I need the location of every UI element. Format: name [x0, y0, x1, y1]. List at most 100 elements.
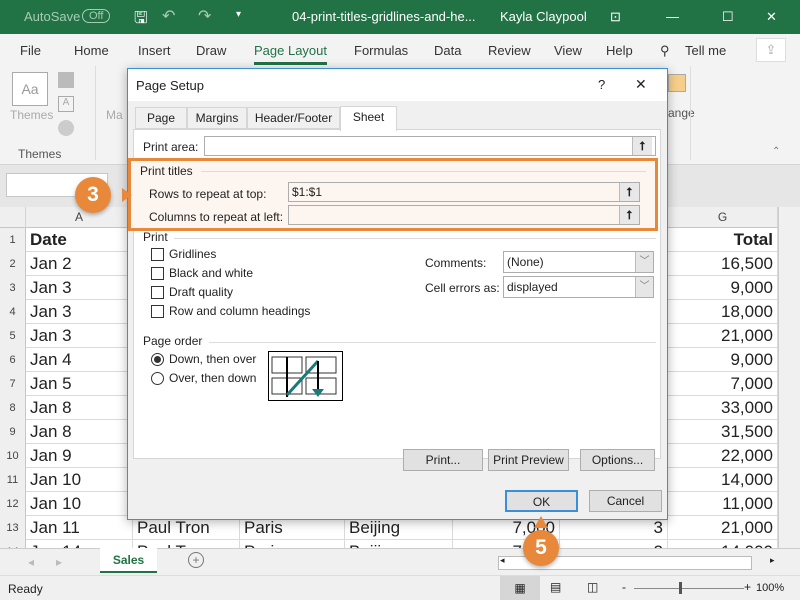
user-name[interactable]: Kayla Claypool [500, 9, 587, 24]
collapse-ribbon-icon[interactable]: ⌃ [772, 146, 780, 157]
maximize-icon[interactable]: ☐ [722, 9, 734, 25]
radio-down-then-over[interactable] [151, 353, 164, 366]
tab-view[interactable]: View [554, 43, 582, 58]
rows-to-repeat-input[interactable]: $1:$1 ⭡ [288, 182, 640, 202]
checkbox-label[interactable]: Draft quality [169, 285, 233, 299]
rows-collapse-icon[interactable]: ⭡ [619, 183, 639, 201]
cell-c[interactable]: Paris [240, 540, 345, 548]
cell-g[interactable]: 21,000 [668, 516, 778, 540]
cell-a[interactable]: Jan 2 [26, 252, 133, 276]
cell-b[interactable]: Paul Tron [133, 540, 240, 548]
cell-a[interactable]: Jan 3 [26, 300, 133, 324]
print-button[interactable]: Print... [403, 449, 483, 471]
cell-a[interactable]: Jan 4 [26, 348, 133, 372]
cell-a[interactable]: Jan 10 [26, 492, 133, 516]
radio-over-then-down[interactable] [151, 372, 164, 385]
cell-g[interactable]: 31,500 [668, 420, 778, 444]
ribbon-display-icon[interactable]: ⊡ [610, 9, 621, 25]
tab-help[interactable]: Help [606, 43, 633, 58]
close-window-icon[interactable]: ✕ [766, 9, 777, 25]
cell-g[interactable]: 9,000 [668, 348, 778, 372]
row-header[interactable]: 8 [0, 396, 26, 420]
page-break-view-icon[interactable]: ◫ [587, 580, 598, 594]
row-header[interactable]: 6 [0, 348, 26, 372]
save-icon[interactable]: 🖫 [134, 7, 148, 34]
margins-button[interactable]: Ma [106, 108, 123, 122]
checkbox-label[interactable]: Row and column headings [169, 304, 310, 318]
normal-view-icon[interactable]: ▦ [500, 576, 540, 600]
row-header[interactable]: 3 [0, 276, 26, 300]
cell-a[interactable]: Jan 8 [26, 396, 133, 420]
tab-page[interactable]: Page [135, 107, 187, 129]
columns-collapse-icon[interactable]: ⭡ [619, 206, 639, 224]
row-header[interactable]: 13 [0, 516, 26, 540]
options-button[interactable]: Options... [580, 449, 655, 471]
tab-draw[interactable]: Draw [196, 43, 226, 58]
cell-g[interactable]: 11,000 [668, 492, 778, 516]
cell-g[interactable]: 21,000 [668, 324, 778, 348]
cancel-button[interactable]: Cancel [589, 490, 662, 512]
select-all-corner[interactable] [0, 207, 26, 228]
tab-file[interactable]: File [20, 43, 41, 58]
cell-g[interactable]: 14,000 [668, 540, 778, 548]
checkbox-black-and-white[interactable] [151, 267, 164, 280]
cell-a[interactable]: Jan 10 [26, 468, 133, 492]
search-icon[interactable]: ⚲ [660, 43, 670, 59]
ok-button[interactable]: OK [505, 490, 578, 512]
row-header[interactable]: 12 [0, 492, 26, 516]
tab-home[interactable]: Home [74, 43, 109, 58]
radio-label[interactable]: Over, then down [169, 371, 256, 385]
tab-header-footer[interactable]: Header/Footer [247, 107, 340, 129]
row-header[interactable]: 4 [0, 300, 26, 324]
next-sheet-icon[interactable]: ▸ [56, 555, 62, 569]
vertical-scrollbar[interactable] [778, 207, 800, 548]
cell-a[interactable]: Jan 5 [26, 372, 133, 396]
themes-button[interactable]: Themes [10, 108, 53, 122]
columns-to-repeat-input[interactable]: ⭡ [288, 205, 640, 225]
tab-data[interactable]: Data [434, 43, 461, 58]
dialog-close-button[interactable]: ✕ [635, 76, 647, 93]
column-header-a[interactable]: A [26, 207, 133, 228]
row-header[interactable]: 7 [0, 372, 26, 396]
prev-sheet-icon[interactable]: ◂ [28, 555, 34, 569]
checkbox-label[interactable]: Black and white [169, 266, 253, 280]
cell-a[interactable]: Jan 3 [26, 276, 133, 300]
tab-margins[interactable]: Margins [187, 107, 247, 129]
minimize-icon[interactable]: — [666, 9, 679, 24]
cell-g[interactable]: 22,000 [668, 444, 778, 468]
print-area-input[interactable] [204, 136, 656, 156]
cell-g[interactable]: Total [668, 228, 778, 252]
cell-g[interactable]: 14,000 [668, 468, 778, 492]
effects-icon[interactable] [58, 120, 74, 136]
sheet-tab-sales[interactable]: Sales [100, 548, 157, 573]
zoom-in-icon[interactable]: + [744, 580, 751, 594]
cell-d[interactable]: Beijing [345, 540, 453, 548]
zoom-out-icon[interactable]: - [622, 580, 626, 594]
customize-qat-icon[interactable]: ▾ [236, 9, 241, 20]
page-layout-view-icon[interactable]: ▤ [550, 580, 561, 594]
checkbox-label[interactable]: Gridlines [169, 247, 216, 261]
cell-a[interactable]: Jan 14 [26, 540, 133, 548]
selection-pane-icon[interactable] [668, 74, 686, 92]
tell-me[interactable]: Tell me [685, 43, 726, 58]
fonts-icon[interactable]: A [58, 96, 74, 112]
print-preview-button[interactable]: Print Preview [488, 449, 569, 471]
cell-errors-select[interactable]: displayed ﹀ [503, 276, 654, 298]
cell-a[interactable]: Date [26, 228, 133, 252]
row-header[interactable]: 2 [0, 252, 26, 276]
zoom-slider-thumb[interactable] [679, 582, 682, 594]
checkbox-row-and-column-headings[interactable] [151, 305, 164, 318]
column-header-g[interactable]: G [668, 207, 778, 228]
row-header[interactable]: 11 [0, 468, 26, 492]
autosave-toggle[interactable]: Off [82, 9, 111, 23]
undo-icon[interactable]: ↶ [162, 6, 175, 26]
tab-insert[interactable]: Insert [138, 43, 171, 58]
cell-a[interactable]: Jan 3 [26, 324, 133, 348]
tab-sheet[interactable]: Sheet [340, 106, 397, 131]
cell-g[interactable]: 33,000 [668, 396, 778, 420]
tab-formulas[interactable]: Formulas [354, 43, 408, 58]
tab-review[interactable]: Review [488, 43, 531, 58]
cell-a[interactable]: Jan 9 [26, 444, 133, 468]
row-header[interactable]: 5 [0, 324, 26, 348]
radio-label[interactable]: Down, then over [169, 352, 256, 366]
